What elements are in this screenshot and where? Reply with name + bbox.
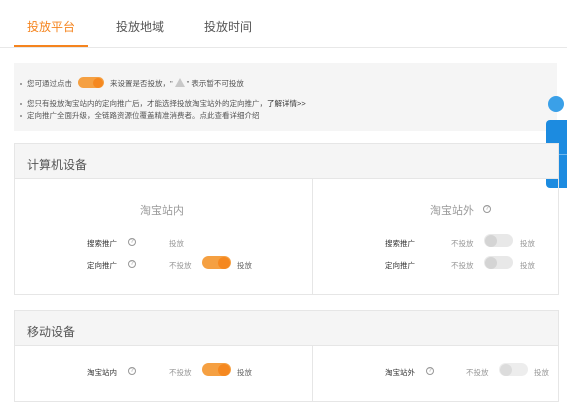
- section-title: 计算机设备: [27, 158, 88, 172]
- option-off-label: 不投放: [451, 261, 474, 270]
- toggle-knob: [218, 256, 230, 269]
- mobile-outside-toggle[interactable]: [499, 363, 528, 376]
- notice-line-1-end: " 表示暂不可投放: [186, 79, 244, 88]
- section-header: 移动设备: [15, 311, 558, 346]
- help-icon[interactable]: ?: [128, 260, 136, 268]
- option-off-label: 不投放: [169, 261, 192, 270]
- toggle-knob: [485, 234, 497, 247]
- option-on-label: 投放: [520, 261, 535, 270]
- outside-column-title: 淘宝站外: [430, 205, 474, 217]
- learn-more-link[interactable]: 了解详情>>: [267, 99, 306, 108]
- toggle-example-icon: [78, 77, 104, 88]
- option-on-label: 投放: [237, 261, 252, 270]
- notice-line-1-after: 来设置是否投放，": [110, 79, 173, 88]
- warning-icon: [174, 78, 185, 87]
- option-on-label: 投放: [237, 368, 252, 377]
- notice-line-2: 您只有投放淘宝站内的定向推广后，才能选择投放淘宝站外的定向推广，了解详情>>: [20, 98, 306, 109]
- bullet-icon: [20, 83, 22, 86]
- toggle-knob: [485, 256, 497, 269]
- column-divider: [312, 179, 313, 294]
- tab-time[interactable]: 投放时间: [204, 18, 252, 35]
- row-label-search: 搜索推广: [385, 239, 415, 248]
- inside-column-title: 淘宝站内: [140, 205, 184, 217]
- help-icon[interactable]: ?: [128, 238, 136, 246]
- tab-region[interactable]: 投放地域: [116, 18, 164, 35]
- option-off-label: 不投放: [451, 239, 474, 248]
- row-label-targeted: 定向推广: [385, 261, 415, 270]
- section-title: 移动设备: [27, 325, 76, 339]
- notice-line-2-text: 您只有投放淘宝站内的定向推广后，才能选择投放淘宝站外的定向推广，: [27, 99, 267, 108]
- notice-line-1: 您可通过点击 来设置是否投放，" " 表示暂不可投放: [20, 77, 244, 89]
- notice-box: 您可通过点击 来设置是否投放，" " 表示暂不可投放 您只有投放淘宝站内的定向推广后…: [14, 63, 557, 131]
- column-divider: [312, 346, 313, 401]
- row-label-search: 搜索推广: [87, 239, 117, 248]
- help-icon[interactable]: ?: [128, 367, 136, 375]
- option-on-label: 投放: [534, 368, 549, 377]
- option-on-label: 投放: [520, 239, 535, 248]
- notice-line-3-text[interactable]: 定向推广全面升级，全链路资源位覆盖精准消费者。点此查看详细介绍: [27, 111, 260, 120]
- chat-bubble-icon[interactable]: [548, 96, 564, 112]
- mobile-inside-label: 淘宝站内: [87, 368, 117, 377]
- toggle-knob: [500, 363, 512, 376]
- notice-line-1-before: 您可通过点击: [27, 79, 72, 88]
- notice-line-3[interactable]: 定向推广全面升级，全链路资源位覆盖精准消费者。点此查看详细介绍: [20, 110, 260, 121]
- option-off-label: 不投放: [169, 368, 192, 377]
- mobile-outside-label: 淘宝站外: [385, 368, 415, 377]
- inside-targeted-toggle[interactable]: [202, 256, 231, 269]
- option-deliver-text: 投放: [169, 239, 184, 248]
- tab-platform[interactable]: 投放平台: [27, 18, 75, 35]
- active-tab-indicator: [14, 45, 88, 47]
- outside-search-toggle[interactable]: [484, 234, 513, 247]
- outside-targeted-toggle[interactable]: [484, 256, 513, 269]
- mobile-devices-section: 移动设备 淘宝站内 ? 不投放 投放 淘宝站外 ? 不投放 投放: [14, 310, 559, 402]
- toggle-knob: [218, 363, 230, 376]
- mobile-inside-toggle[interactable]: [202, 363, 231, 376]
- platform-tabs: 投放平台 投放地域 投放时间: [0, 0, 567, 48]
- help-icon[interactable]: ?: [426, 367, 434, 375]
- option-off-label: 不投放: [466, 368, 489, 377]
- section-header: 计算机设备: [15, 144, 558, 179]
- row-label-targeted: 定向推广: [87, 261, 117, 270]
- help-icon[interactable]: ?: [483, 205, 491, 213]
- bullet-icon: [20, 115, 22, 118]
- computer-devices-section: 计算机设备 淘宝站内 搜索推广 ? 投放 定向推广 ? 不投放 投放 淘宝站外 …: [14, 143, 559, 295]
- bullet-icon: [20, 103, 22, 106]
